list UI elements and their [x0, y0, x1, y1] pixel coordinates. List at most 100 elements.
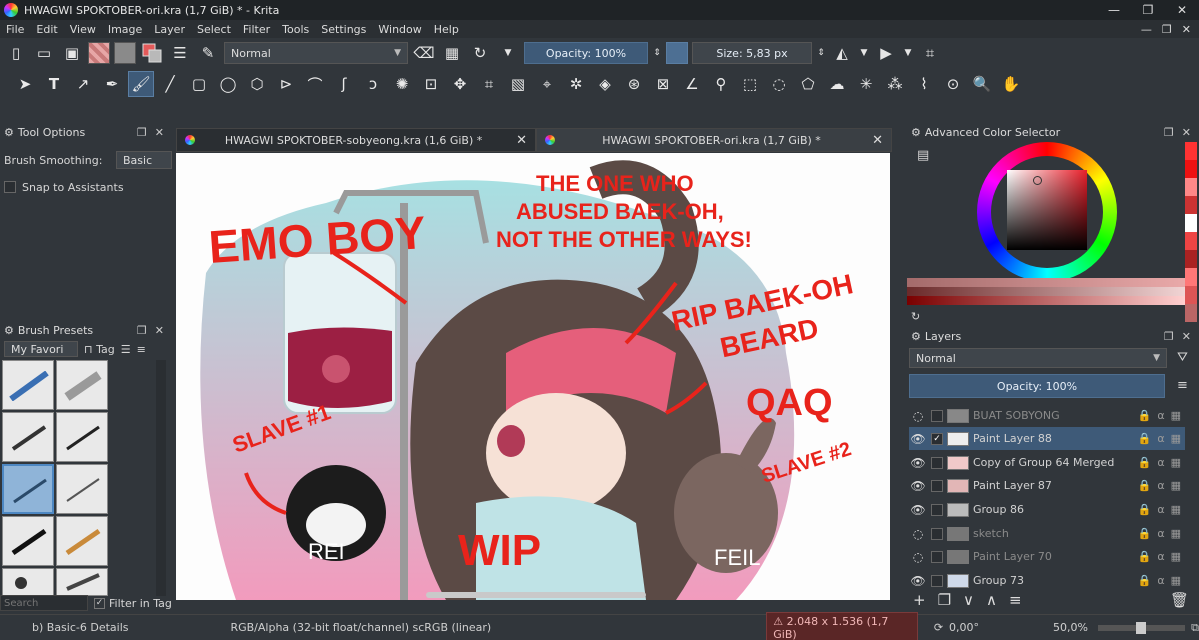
filter-in-tag-checkbox[interactable]: ✓ — [94, 597, 105, 609]
eraser-mode-icon[interactable]: ⌫ — [412, 41, 436, 65]
polygon-select-icon[interactable]: ⬠ — [795, 71, 821, 97]
fill-tool-icon[interactable]: ◈ — [592, 71, 618, 97]
lock-icon[interactable]: 🔒 — [1138, 432, 1152, 445]
smart-patch-icon[interactable]: ✲ — [563, 71, 589, 97]
menu-image[interactable]: Image — [102, 23, 148, 36]
rotation-icon[interactable]: ⟳ — [934, 621, 943, 634]
mirror-horizontal-icon[interactable]: ◭ — [830, 41, 854, 65]
preset-search-input[interactable] — [0, 595, 88, 611]
inherit-alpha-icon[interactable]: ▦ — [1171, 456, 1181, 469]
color-history-bars[interactable] — [907, 278, 1185, 305]
move-tool-icon[interactable]: ✥ — [447, 71, 473, 97]
calligraphy-icon[interactable]: ✒ — [99, 71, 125, 97]
visibility-toggle-icon[interactable]: ◌ — [909, 527, 927, 541]
multibrush-icon[interactable]: ✺ — [389, 71, 415, 97]
alpha-lock-icon[interactable]: α — [1157, 432, 1164, 445]
preset-tile[interactable] — [2, 360, 54, 410]
dropdown-arrow-icon[interactable]: ▼ — [902, 41, 914, 65]
bezier-tool-icon[interactable]: ⌒ — [302, 71, 328, 97]
brush-smoothing-dropdown[interactable]: Basic — [116, 151, 172, 169]
tag-filter-dropdown[interactable]: My Favori — [4, 341, 78, 357]
saturation-value-square[interactable] — [1007, 170, 1087, 250]
layer-row[interactable]: ◌ BUAT SOBYONG 🔒 α ▦ — [909, 404, 1185, 427]
float-docker-icon[interactable]: ❐ — [137, 126, 147, 139]
rect-select-icon[interactable]: ⬚ — [737, 71, 763, 97]
inherit-alpha-icon[interactable]: ▦ — [1171, 527, 1181, 540]
preserve-alpha-icon[interactable]: ▦ — [440, 41, 464, 65]
lock-icon[interactable]: 🔒 — [1138, 409, 1152, 422]
preset-tile[interactable] — [56, 568, 108, 596]
close-docker-icon[interactable]: ✕ — [155, 126, 164, 139]
line-tool-icon[interactable]: ╱ — [157, 71, 183, 97]
color-picker-handle[interactable] — [1033, 176, 1042, 185]
preset-tile[interactable] — [2, 516, 54, 566]
close-window-button[interactable]: ✕ — [1165, 3, 1199, 17]
opacity-slider[interactable]: Opacity: 100% — [524, 42, 648, 64]
crop-tool-icon[interactable]: ⌗ — [476, 71, 502, 97]
pattern-swatch[interactable] — [114, 42, 136, 64]
menu-settings[interactable]: Settings — [315, 23, 372, 36]
menu-edit[interactable]: Edit — [30, 23, 63, 36]
float-docker-icon[interactable]: ❐ — [1164, 330, 1174, 343]
preset-tile[interactable] — [2, 568, 54, 596]
move-layer-up-icon[interactable]: ∧ — [986, 591, 997, 609]
layer-select-checkbox[interactable] — [931, 479, 943, 492]
preset-tile[interactable] — [56, 360, 108, 410]
preset-scrollbar[interactable] — [156, 360, 166, 596]
tab-ori[interactable]: HWAGWI SPOKTOBER-ori.kra (1,7 GiB) * ✕ — [536, 128, 892, 152]
delete-layer-icon[interactable]: 🗑 — [1170, 591, 1189, 609]
inherit-alpha-icon[interactable]: ▦ — [1171, 550, 1181, 563]
menu-help[interactable]: Help — [428, 23, 465, 36]
filter-icon[interactable]: ⛛ — [1177, 350, 1188, 365]
alpha-lock-icon[interactable]: α — [1157, 574, 1164, 587]
alpha-lock-icon[interactable]: α — [1157, 503, 1164, 516]
alpha-lock-icon[interactable]: α — [1157, 527, 1164, 540]
gradient-tool-icon[interactable]: ▧ — [505, 71, 531, 97]
float-docker-icon[interactable]: ❐ — [137, 324, 147, 337]
transform-tool-icon[interactable]: ⊡ — [418, 71, 444, 97]
dropdown-arrow-icon[interactable]: ▼ — [496, 41, 520, 65]
menu-layer[interactable]: Layer — [148, 23, 191, 36]
close-docker-icon[interactable]: ✕ — [1182, 330, 1191, 343]
inherit-alpha-icon[interactable]: ▦ — [1171, 479, 1181, 492]
visibility-toggle-icon[interactable]: 👁 — [909, 574, 927, 588]
contiguous-select-icon[interactable]: ✳ — [853, 71, 879, 97]
reference-images-icon[interactable]: ⚲ — [708, 71, 734, 97]
layer-row[interactable]: 👁 Paint Layer 87 🔒 α ▦ — [909, 474, 1185, 497]
polyline-tool-icon[interactable]: ⊳ — [273, 71, 299, 97]
layer-select-checkbox[interactable]: ✓ — [931, 432, 943, 445]
freehand-path-icon[interactable]: ʃ — [331, 71, 357, 97]
zoom-fit-icon[interactable]: ⧉ — [1191, 621, 1199, 635]
alpha-lock-icon[interactable]: α — [1157, 409, 1164, 422]
new-document-icon[interactable]: ▯ — [4, 41, 28, 65]
gradient-swatch[interactable] — [88, 42, 110, 64]
alpha-lock-icon[interactable]: α — [1157, 550, 1164, 563]
layer-row[interactable]: 👁 Group 73 🔒 α ▦ — [909, 569, 1185, 592]
refresh-icon[interactable]: ↻ — [911, 310, 920, 323]
freehand-select-icon[interactable]: ☁ — [824, 71, 850, 97]
wrap-around-icon[interactable]: ▶ — [874, 41, 898, 65]
layer-select-checkbox[interactable] — [931, 527, 943, 540]
preset-tile[interactable] — [56, 516, 108, 566]
freehand-brush-icon[interactable]: 🖌 — [128, 71, 154, 97]
lock-icon[interactable]: 🔒 — [1138, 574, 1152, 587]
snap-checkbox[interactable] — [4, 181, 16, 193]
color-patches[interactable] — [1185, 142, 1197, 322]
layer-blend-dropdown[interactable]: Normal ▼ — [909, 348, 1167, 368]
doc-restore-icon[interactable]: ❐ — [1162, 23, 1172, 36]
preset-tile[interactable] — [56, 412, 108, 462]
crop-icon[interactable]: ⌗ — [918, 41, 942, 65]
lock-icon[interactable]: 🔒 — [1138, 479, 1152, 492]
layer-row[interactable]: 👁 Copy of Group 64 Merged 🔒 α ▦ — [909, 451, 1185, 474]
layer-select-checkbox[interactable] — [931, 456, 943, 469]
magnetic-select-icon[interactable]: ⊙ — [940, 71, 966, 97]
menu-tools[interactable]: Tools — [276, 23, 315, 36]
layer-properties-icon[interactable]: ≡ — [1009, 591, 1022, 609]
menu-icon[interactable]: ≡ — [137, 343, 146, 356]
size-slider[interactable]: Size: 5,83 px — [692, 42, 812, 64]
minimize-button[interactable]: — — [1097, 3, 1131, 17]
alpha-lock-icon[interactable]: α — [1157, 456, 1164, 469]
list-view-icon[interactable]: ☰ — [121, 343, 131, 356]
preset-tile[interactable] — [2, 412, 54, 462]
zoom-slider[interactable] — [1098, 621, 1186, 634]
